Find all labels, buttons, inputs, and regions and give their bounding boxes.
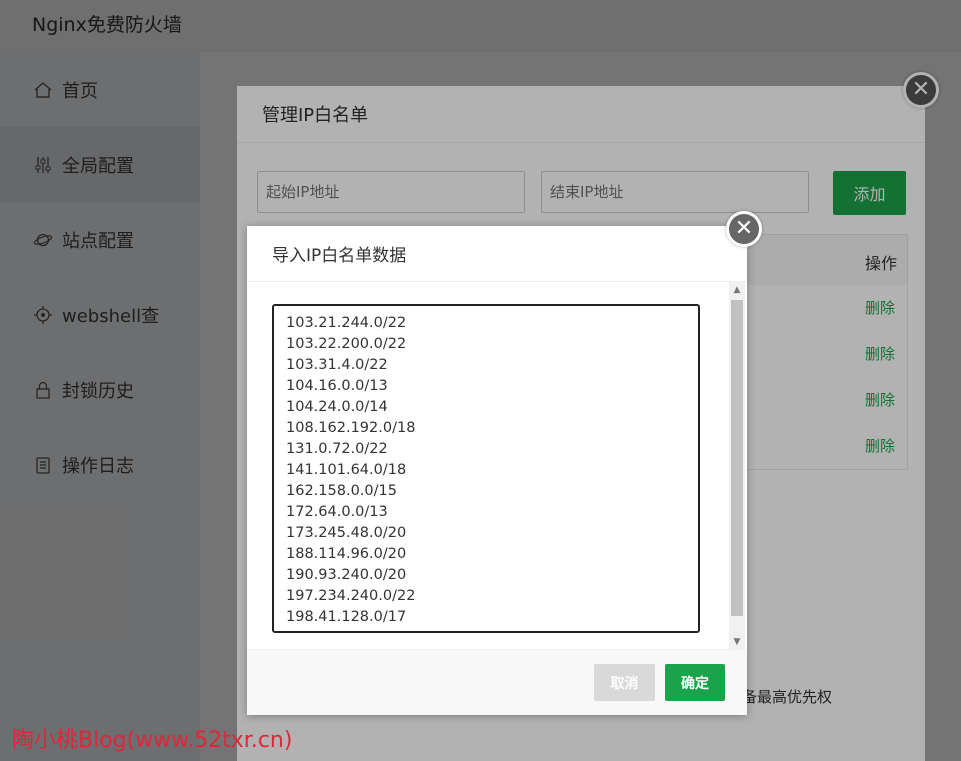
watermark: 陶小桃Blog(www.52txr.cn) bbox=[12, 728, 293, 753]
scroll-thumb[interactable] bbox=[731, 300, 743, 616]
scrollbar[interactable]: ▲ ▼ bbox=[729, 282, 745, 650]
confirm-button[interactable]: 确定 bbox=[665, 664, 725, 701]
scroll-down-arrow-icon[interactable]: ▼ bbox=[729, 634, 745, 650]
close-icon[interactable]: ✕ bbox=[726, 211, 762, 247]
cancel-button[interactable]: 取消 bbox=[594, 664, 655, 701]
import-modal-footer: 取消 确定 bbox=[247, 649, 747, 715]
import-modal-title: 导入IP白名单数据 bbox=[247, 226, 747, 282]
ip-list-textarea[interactable]: 103.21.244.0/22 103.22.200.0/22 103.31.4… bbox=[272, 304, 700, 633]
import-modal-body: 103.21.244.0/22 103.22.200.0/22 103.31.4… bbox=[247, 282, 747, 650]
scroll-up-arrow-icon[interactable]: ▲ bbox=[729, 282, 745, 298]
import-modal: 导入IP白名单数据 103.21.244.0/22 103.22.200.0/2… bbox=[247, 226, 747, 715]
